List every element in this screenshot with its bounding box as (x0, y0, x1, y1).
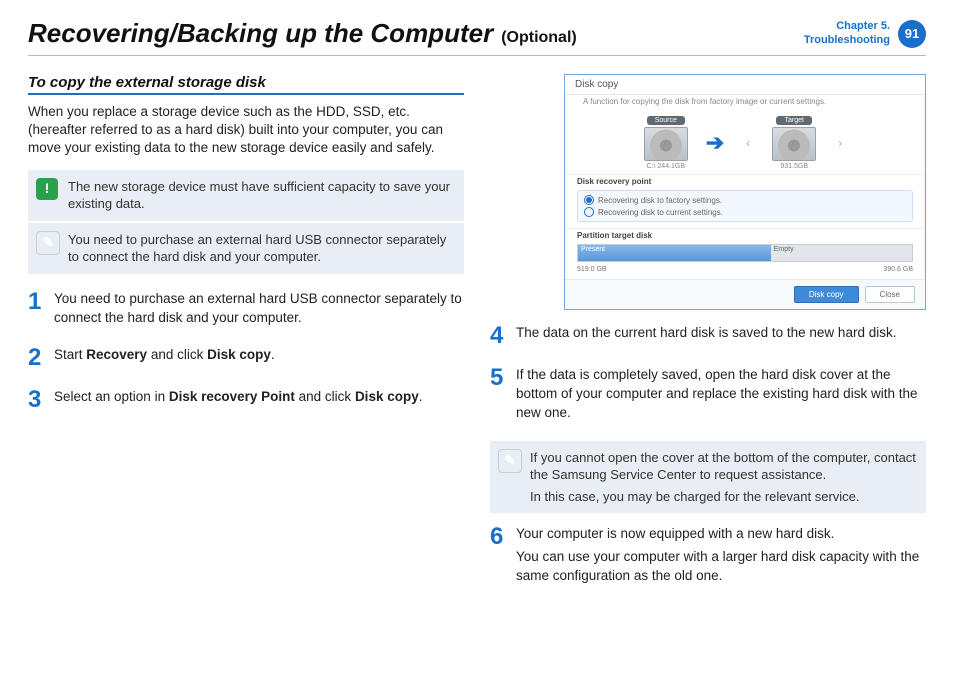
shot-radio-factory[interactable]: Recovering disk to factory settings. (584, 194, 906, 206)
step-number: 4 (490, 324, 508, 348)
step-6-text: Your computer is now equipped with a new… (516, 525, 926, 586)
shot-target-cap: 931.5GB (780, 163, 808, 170)
chapter-line1: Chapter 5. (804, 20, 890, 33)
shot-radio-group: Recovering disk to factory settings. Rec… (577, 190, 913, 222)
shot-cap-a: 519.0 GB (577, 266, 607, 273)
step-2: 2 Start Recovery and click Disk copy. (28, 346, 464, 370)
chevron-left-icon[interactable]: ‹ (742, 136, 754, 150)
alert-icon: ! (36, 178, 58, 200)
shot-target-disk: Target 931.5GB (772, 116, 816, 170)
section-rule (28, 93, 464, 95)
shot-close-button[interactable]: Close (865, 286, 915, 303)
step-5-text: If the data is completely saved, open th… (516, 366, 926, 423)
shot-window-title: Disk copy (565, 75, 925, 95)
step-number: 6 (490, 525, 508, 586)
shot-source-disk: Source C:\ 244.1GB (644, 116, 688, 170)
radio-icon (584, 195, 594, 205)
shot-source-label: Source (647, 116, 685, 125)
step-5: 5 If the data is completely saved, open … (490, 366, 926, 423)
callout-note-cover: ✎ If you cannot open the cover at the bo… (490, 441, 926, 514)
shot-partition-empty: Empty (771, 245, 912, 261)
step-4-text: The data on the current hard disk is sav… (516, 324, 896, 348)
callout-alert-text: The new storage device must have suffici… (68, 179, 450, 212)
shot-drp-label: Disk recovery point (565, 174, 925, 188)
page-title: Recovering/Backing up the Computer (28, 18, 493, 49)
note-icon: ✎ (498, 449, 522, 473)
shot-source-cap: C:\ 244.1GB (647, 163, 686, 170)
chapter-line2: Troubleshooting (804, 34, 890, 47)
note-icon: ✎ (36, 231, 60, 255)
step-3-text: Select an option in Disk recovery Point … (54, 388, 422, 412)
callout-note-usb-text: You need to purchase an external hard US… (68, 232, 446, 265)
callout-note-cover-l2: In this case, you may be charged for the… (530, 488, 916, 506)
chapter-label: Chapter 5. Troubleshooting (804, 20, 890, 46)
shot-ptd-label: Partition target disk (565, 228, 925, 242)
step-2-text: Start Recovery and click Disk copy. (54, 346, 275, 370)
step-number: 3 (28, 388, 46, 412)
hdd-icon (772, 127, 816, 161)
arrow-right-icon: ➔ (706, 130, 724, 156)
section-intro: When you replace a storage device such a… (28, 103, 464, 158)
page-number-badge: 91 (898, 20, 926, 48)
page-title-suffix: (Optional) (501, 29, 577, 47)
section-heading: To copy the external storage disk (28, 74, 464, 91)
chevron-right-icon[interactable]: › (834, 136, 846, 150)
step-number: 5 (490, 366, 508, 423)
shot-target-label: Target (776, 116, 811, 125)
step-1: 1 You need to purchase an external hard … (28, 290, 464, 328)
step-3: 3 Select an option in Disk recovery Poin… (28, 388, 464, 412)
callout-note-cover-l1: If you cannot open the cover at the bott… (530, 449, 916, 484)
left-column: To copy the external storage disk When y… (28, 74, 464, 604)
step-number: 1 (28, 290, 46, 328)
shot-radio-current[interactable]: Recovering disk to current settings. (584, 206, 906, 218)
page-header: Recovering/Backing up the Computer (Opti… (28, 18, 926, 55)
hdd-icon (644, 127, 688, 161)
shot-subtitle: A function for copying the disk from fac… (565, 95, 925, 110)
step-6: 6 Your computer is now equipped with a n… (490, 525, 926, 586)
shot-partition-bar: Present Empty (577, 244, 913, 262)
radio-icon (584, 207, 594, 217)
shot-partition-present: Present (578, 245, 771, 261)
disk-copy-screenshot: Disk copy A function for copying the dis… (564, 74, 926, 310)
step-4: 4 The data on the current hard disk is s… (490, 324, 926, 348)
header-rule (28, 55, 926, 56)
callout-alert: ! The new storage device must have suffi… (28, 170, 464, 221)
right-column: Disk copy A function for copying the dis… (490, 74, 926, 604)
step-1-text: You need to purchase an external hard US… (54, 290, 464, 328)
shot-disk-copy-button[interactable]: Disk copy (794, 286, 859, 303)
callout-note-usb: ✎ You need to purchase an external hard … (28, 223, 464, 274)
step-number: 2 (28, 346, 46, 370)
shot-cap-b: 390.6 GB (883, 266, 913, 273)
